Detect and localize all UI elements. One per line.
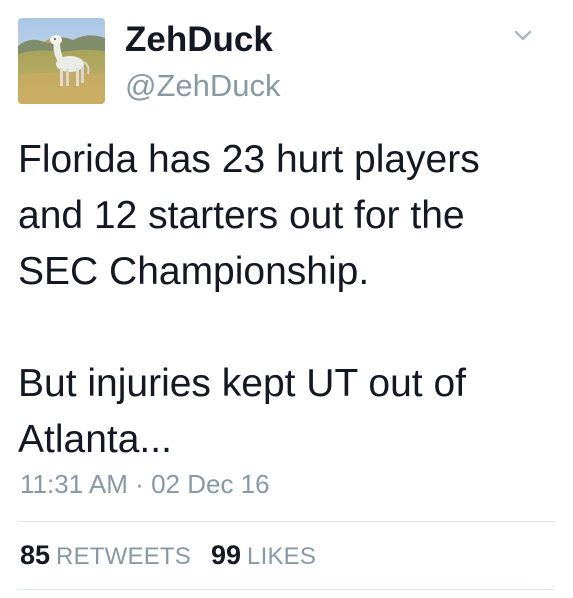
divider [18,521,555,522]
retweets-label: RETWEETS [56,543,191,570]
user-handle[interactable]: @ZehDuck [125,66,281,106]
retweets-count: 85 [20,540,51,570]
retweets-stat[interactable]: 85 RETWEETS [20,540,191,571]
likes-stat[interactable]: 99 LIKES [211,540,316,571]
tweet-card: ZehDuck @ZehDuck Florida has 23 hurt pla… [0,0,573,598]
avatar[interactable] [18,18,105,104]
likes-label: LIKES [247,543,317,570]
tweet-date: 02 Dec 16 [151,469,270,499]
timestamp[interactable]: 11:31 AM · 02 Dec 16 [20,464,270,504]
chevron-down-icon[interactable] [509,26,537,46]
tweet-text: Florida has 23 hurt players and 12 start… [18,138,480,461]
divider [18,589,555,590]
timestamp-separator: · [135,469,144,499]
likes-count: 99 [210,540,242,570]
tweet-stats: 85 RETWEETS 99 LIKES [20,540,336,580]
display-name[interactable]: ZehDuck [125,18,273,62]
tweet-time: 11:31 AM [20,469,128,499]
